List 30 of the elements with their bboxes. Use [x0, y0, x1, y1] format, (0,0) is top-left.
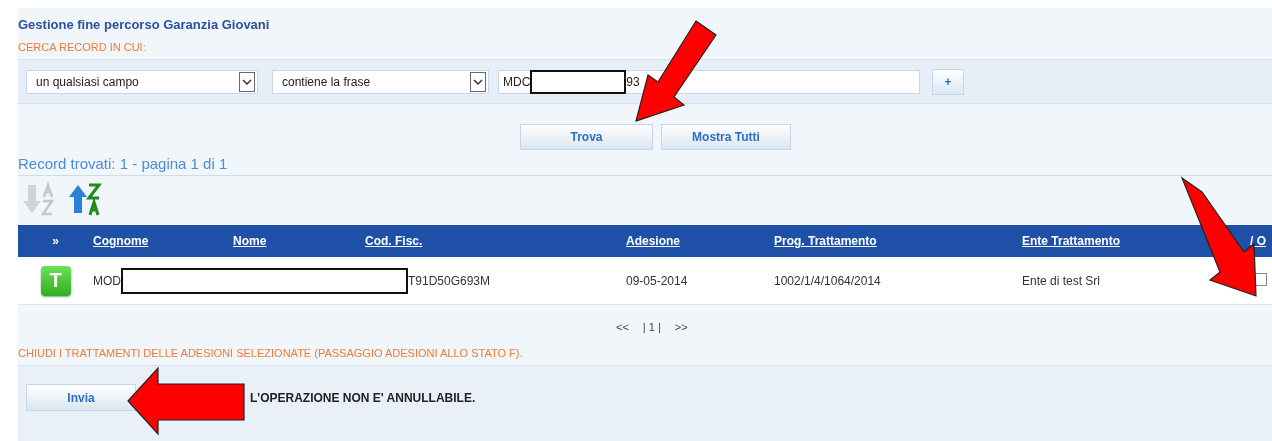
table-cell-text: 1002/1/4/1064/2014 — [774, 273, 882, 288]
table-cell: T91D50G693M — [408, 273, 491, 288]
search-label: CERCA RECORD IN CUI: — [18, 40, 147, 53]
column-header[interactable]: Cod. Fisc. — [365, 234, 626, 248]
expand-toggle[interactable]: » — [18, 234, 93, 248]
warning-text: L'OPERAZIONE NON E' ANNULLABILE. — [250, 391, 476, 405]
results-summary: Record trovati: 1 - pagina 1 di 1 — [18, 155, 1272, 176]
show-all-button[interactable]: Mostra Tutti — [661, 124, 791, 150]
search-field[interactable]: MDC 93 — [498, 69, 920, 94]
column-header[interactable]: Prog. Trattamento — [774, 234, 1022, 248]
next-page-link[interactable]: >> — [674, 321, 688, 333]
table-cell: MOD — [93, 273, 121, 288]
add-button[interactable]: + — [932, 68, 964, 95]
dropdown[interactable]: contiene la frase — [272, 69, 489, 94]
column-header[interactable]: Nome — [233, 234, 365, 248]
column-header[interactable]: Ente Trattamento — [1022, 234, 1250, 248]
table-cell-text: Ente di test Srl — [1022, 273, 1102, 288]
caret-icon — [470, 71, 486, 92]
column-header[interactable]: / O — [1250, 234, 1272, 248]
submit-button[interactable]: Invia — [26, 384, 136, 411]
status-badge: T — [40, 265, 71, 296]
column-header[interactable]: Cognome — [93, 234, 233, 248]
table-cell-text: 09-05-2014 — [626, 273, 689, 288]
page-title: Gestione fine percorso Garanzia Giovani — [18, 16, 271, 32]
find-button[interactable]: Trova — [520, 124, 653, 150]
caret-icon — [239, 71, 255, 92]
dropdown[interactable]: un qualsiasi campo — [26, 69, 258, 94]
page-link[interactable]: | 1 | — [642, 321, 661, 333]
column-header[interactable]: Adesione — [626, 234, 774, 248]
previous-page-link[interactable]: << — [616, 321, 629, 333]
